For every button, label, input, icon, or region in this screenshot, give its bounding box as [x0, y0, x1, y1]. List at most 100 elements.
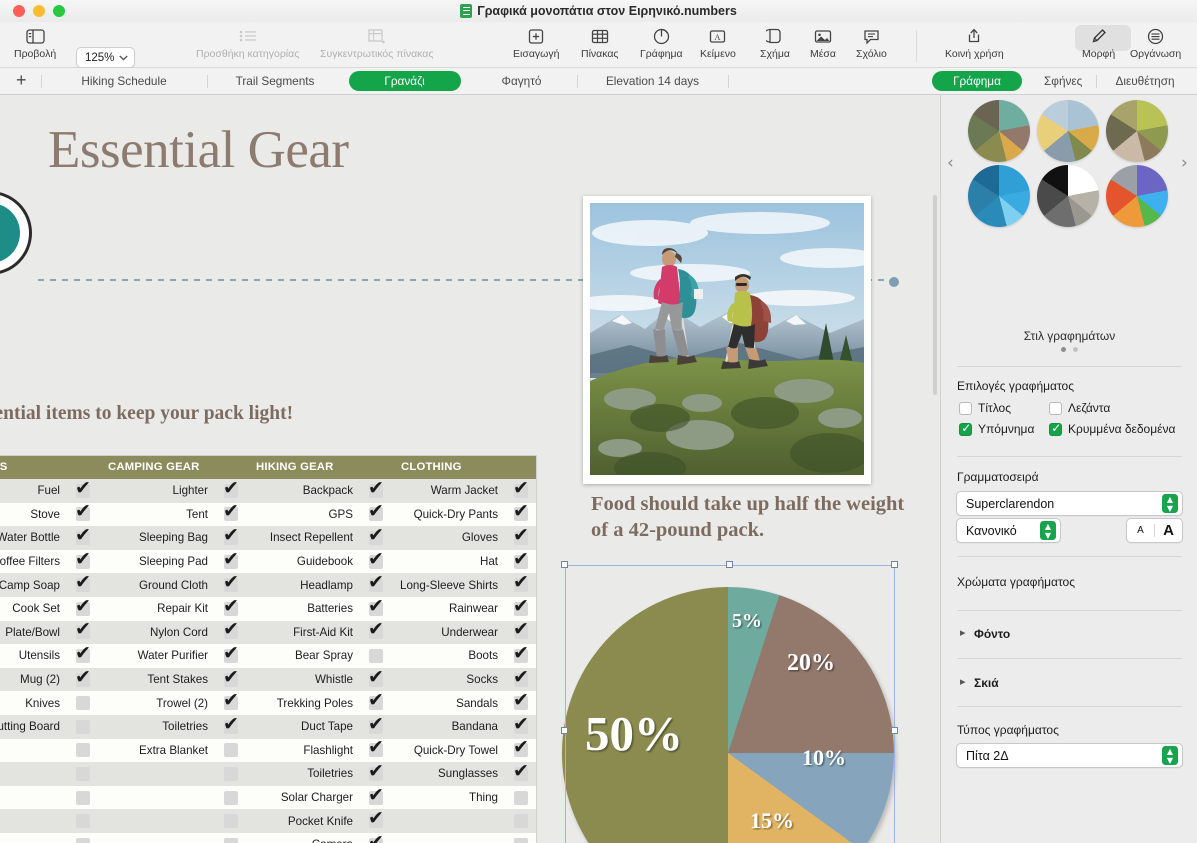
table-cell-checkbox[interactable]: ✔	[506, 503, 536, 527]
toolbar-chart-button[interactable]: Γράφημα	[640, 25, 683, 60]
checkbox-checked[interactable]: ✔	[224, 649, 238, 663]
table-cell-checkbox[interactable]: ✔	[361, 833, 391, 843]
checkbox-checked[interactable]: ✔	[76, 555, 90, 569]
table-cell-label[interactable]: Flashlight	[246, 739, 361, 763]
font-family-stepper[interactable]: ▲▼	[1162, 494, 1178, 513]
table-cell-label[interactable]: Knives	[0, 691, 68, 715]
table-cell-label[interactable]: Mug (2)	[0, 668, 68, 692]
table-cell-label[interactable]: Tent	[98, 503, 216, 527]
table-cell-checkbox[interactable]	[68, 762, 98, 786]
table-cell-label[interactable]: Plate/Bowl	[0, 621, 68, 645]
canvas-vertical-scrollbar[interactable]	[933, 195, 937, 395]
checkbox-checked[interactable]: ✔	[224, 625, 238, 639]
table-cell-label[interactable]: Ground Cloth	[98, 573, 216, 597]
table-cell-checkbox[interactable]	[216, 833, 246, 843]
table-cell-checkbox[interactable]: ✔	[68, 526, 98, 550]
table-cell-checkbox[interactable]: ✔	[68, 479, 98, 503]
table-cell-checkbox[interactable]: ✔	[506, 715, 536, 739]
checkbox-checked[interactable]: ✔	[369, 838, 383, 843]
table-cell-label[interactable]: Long-Sleeve Shirts	[391, 573, 506, 597]
table-row[interactable]: Utensils✔Water Purifier✔Bear SprayBoots✔	[0, 644, 536, 668]
table-cell-label[interactable]: Sleeping Bag	[98, 526, 216, 550]
table-cell-label[interactable]: Stove	[0, 503, 68, 527]
column-header-hiking-gear[interactable]: HIKING GEAR	[246, 456, 391, 479]
table-cell-checkbox[interactable]	[216, 786, 246, 810]
table-cell-checkbox[interactable]: ✔	[361, 786, 391, 810]
table-cell-label[interactable]	[391, 833, 506, 843]
table-cell-checkbox[interactable]: ✔	[506, 526, 536, 550]
spreadsheet-canvas[interactable]: PACIFIC Essential Gear only essential it…	[0, 95, 940, 843]
table-cell-label[interactable]: Toiletries	[98, 715, 216, 739]
checkbox-unchecked[interactable]	[224, 743, 238, 757]
checkbox-unchecked[interactable]	[224, 791, 238, 805]
checkbox-checked[interactable]: ✔	[514, 673, 528, 687]
toolbar-comment-button[interactable]: Σχόλιο	[856, 25, 887, 60]
table-cell-label[interactable]: Extra Blanket	[98, 739, 216, 763]
toolbar-add-category-button[interactable]: Προσθήκη κατηγορίας	[196, 25, 299, 60]
table-cell-checkbox[interactable]: ✔	[68, 621, 98, 645]
table-cell-label[interactable]: Trekking Poles	[246, 691, 361, 715]
table-cell-label[interactable]	[0, 739, 68, 763]
table-cell-label[interactable]: Water Purifier	[98, 644, 216, 668]
table-cell-checkbox[interactable]: ✔	[506, 644, 536, 668]
table-cell-label[interactable]: Tent Stakes	[98, 668, 216, 692]
table-cell-label[interactable]: Trowel (2)	[98, 691, 216, 715]
table-cell-checkbox[interactable]: ✔	[361, 526, 391, 550]
checkbox-unchecked[interactable]	[76, 838, 90, 843]
table-cell-checkbox[interactable]: ✔	[506, 621, 536, 645]
toolbar-view-button[interactable]: Προβολή	[14, 25, 56, 60]
chevron-right-icon[interactable]: ▸	[960, 626, 966, 639]
option-title-row[interactable]: Τίτλος	[959, 401, 1011, 415]
sheet-tab-trail-segments[interactable]: Trail Segments	[208, 71, 343, 91]
checkbox-unchecked[interactable]	[76, 743, 90, 757]
table-cell-label[interactable]: Batteries	[246, 597, 361, 621]
checkbox-checked[interactable]: ✔	[369, 484, 383, 498]
checkbox-checked[interactable]: ✔	[369, 578, 383, 592]
checkbox-checked[interactable]: ✔	[514, 602, 528, 616]
table-cell-checkbox[interactable]	[216, 809, 246, 833]
table-row[interactable]: Extra BlanketFlashlight✔Quick-Dry Towel✔	[0, 739, 536, 763]
resize-handle-tl[interactable]	[561, 561, 568, 568]
font-style-select[interactable]: Κανονικό ▲▼	[956, 518, 1061, 543]
checkbox-checked[interactable]: ✔	[76, 507, 90, 521]
checkbox-hidden-data[interactable]	[1049, 423, 1062, 436]
table-cell-label[interactable]: Pocket Knife	[246, 809, 361, 833]
toolbar-media-button[interactable]: Μέσα	[810, 25, 836, 60]
table-row[interactable]: Plate/Bowl✔Nylon Cord✔First-Aid Kit✔Unde…	[0, 621, 536, 645]
table-cell-checkbox[interactable]: ✔	[216, 644, 246, 668]
table-cell-checkbox[interactable]: ✔	[361, 597, 391, 621]
table-cell-label[interactable]: Sandals	[391, 691, 506, 715]
chevron-left-icon[interactable]: ‹	[947, 153, 954, 173]
table-cell-checkbox[interactable]	[68, 809, 98, 833]
table-cell-label[interactable]: Insect Repellent	[246, 526, 361, 550]
checkbox-checked[interactable]: ✔	[224, 555, 238, 569]
photo-caption[interactable]: Food should take up half the weight of a…	[591, 491, 911, 543]
checkbox-unchecked[interactable]	[514, 838, 528, 843]
toolbar-text-button[interactable]: A Κείμενο	[700, 25, 736, 60]
checkbox-checked[interactable]: ✔	[514, 720, 528, 734]
table-cell-label[interactable]: Cutting Board	[0, 715, 68, 739]
table-cell-checkbox[interactable]: ✔	[361, 573, 391, 597]
table-cell-label[interactable]	[98, 809, 216, 833]
chart-style-thumb-5[interactable]	[1037, 165, 1099, 227]
checkbox-checked[interactable]: ✔	[514, 696, 528, 710]
table-cell-checkbox[interactable]: ✔	[361, 550, 391, 574]
chart-style-thumb-1[interactable]	[968, 100, 1030, 162]
checkbox-unchecked[interactable]	[514, 814, 528, 828]
table-cell-label[interactable]: Bandana	[391, 715, 506, 739]
table-cell-label[interactable]: Socks	[391, 668, 506, 692]
table-cell-checkbox[interactable]	[68, 739, 98, 763]
checkbox-checked[interactable]: ✔	[76, 531, 90, 545]
table-cell-checkbox[interactable]	[506, 809, 536, 833]
font-family-select[interactable]: Superclarendon ▲▼	[956, 491, 1183, 516]
chart-style-thumb-2[interactable]	[1037, 100, 1099, 162]
panel-tab-chart[interactable]: Γράφημα	[932, 71, 1022, 91]
resize-handle-mr[interactable]	[891, 727, 898, 734]
checkbox-checked[interactable]: ✔	[514, 743, 528, 757]
table-cell-label[interactable]: Quick-Dry Pants	[391, 503, 506, 527]
checkbox-checked[interactable]: ✔	[369, 555, 383, 569]
table-cell-checkbox[interactable]: ✔	[361, 715, 391, 739]
sheet-tab-granazi[interactable]: Γρανάζι	[349, 71, 461, 91]
table-cell-label[interactable]	[391, 809, 506, 833]
table-cell-checkbox[interactable]: ✔	[216, 668, 246, 692]
